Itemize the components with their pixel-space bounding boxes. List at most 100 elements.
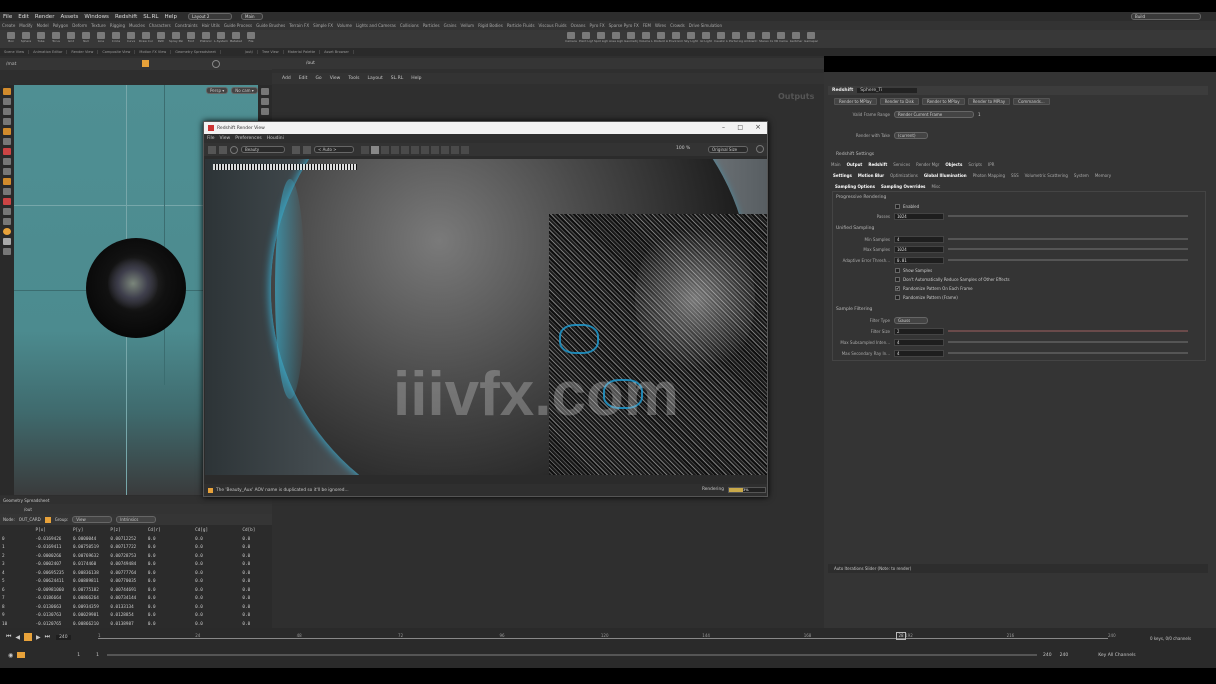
jump-start-icon[interactable]: ⏮ [6,633,11,641]
param-tab[interactable]: IPR [985,162,997,167]
shelf-tool[interactable]: Tube [34,31,48,48]
range-end-2[interactable]: 240 [1060,653,1069,658]
shelf-tool[interactable]: Curve [124,31,138,48]
max-sub-field[interactable]: 4 [894,338,944,346]
param-tab[interactable]: Objects [942,162,965,167]
timeline-ruler[interactable] [98,638,1108,639]
shelf-tab[interactable]: Muscles [127,23,147,28]
table-row[interactable]: 8 -0.0130663 0.00934359 0.0133134 0.0 0.0 0.0 [0,604,272,612]
playhead-marker[interactable]: 28 [896,632,906,640]
shelf-tab[interactable]: Modify [17,23,34,28]
tab-out[interactable]: /out/ [241,50,258,54]
rv-menu-file[interactable]: File [207,136,215,141]
rv-menu-houdini[interactable]: Houdini [267,136,284,141]
shelf-tool[interactable]: Point Light [579,31,593,48]
node-name[interactable]: OUT_CARD [19,517,41,522]
min-samples-field[interactable]: 4 [894,235,944,243]
net-menu-tools[interactable]: Tools [348,76,359,81]
shading-icon[interactable] [3,248,11,255]
tab-material-palette[interactable]: Material Palette [284,50,321,54]
net-menu-view[interactable]: View [330,76,341,81]
shelf-tool[interactable]: Torus [49,31,63,48]
shelf-tab[interactable]: FEM [641,23,653,28]
maximize-icon[interactable]: □ [737,124,743,131]
pose-icon[interactable] [3,138,11,145]
show-samples-checkbox[interactable] [895,267,900,273]
display-icon[interactable] [3,238,11,245]
shelf-tab[interactable]: Texture [89,23,108,28]
display-mode-icon[interactable] [401,145,409,154]
display-options-icon[interactable] [261,88,269,95]
shelf-tool[interactable]: Sky Light [684,31,698,48]
aov-select[interactable]: Beauty [241,146,285,153]
param-tab[interactable]: Settings [830,173,855,178]
max-samples-slider[interactable] [948,248,1188,250]
tab-render-view[interactable]: Render View [67,50,99,54]
step-back-icon[interactable]: ◀ [15,634,20,641]
spreadsheet-path[interactable]: /out [24,507,32,512]
shelf-tool[interactable]: Box [4,31,18,48]
lock-icon[interactable] [303,145,311,154]
cam-menu[interactable]: No cam ▾ [231,87,258,94]
param-tab[interactable]: Sampling Overrides [878,184,928,189]
param-tab[interactable]: Main [828,162,844,167]
randomize-checkbox[interactable]: ✔ [895,285,900,291]
param-tab[interactable]: Redshift [865,162,890,167]
render-to-mplay-button[interactable]: Render to MPlay [921,98,965,105]
render-image[interactable]: iiivfx.com [205,159,767,475]
range-slider[interactable] [107,654,1037,656]
shelf-tab[interactable]: Model [35,23,51,28]
display-mode-icon[interactable] [381,145,389,154]
shelf-tool[interactable]: Volume Light [639,31,653,48]
tab-scene-view[interactable]: Scene View [0,50,30,54]
range-end[interactable]: 240 [1043,653,1052,658]
param-tab[interactable]: Optimizations [887,173,921,178]
shelf-tab[interactable]: Hair Utils [200,23,222,28]
shelf-tool[interactable]: File [244,31,258,48]
max-samples-field[interactable]: 1024 [894,245,944,253]
param-tab[interactable]: Global Illumination [921,173,970,178]
range-start-2[interactable]: 1 [96,653,99,658]
node-name-field[interactable]: Sphere_Ti [857,88,918,93]
shelf-tool[interactable]: Camera [564,31,578,48]
shelf-tool[interactable]: L-System [214,31,228,48]
shelf-tool[interactable]: Area Light [609,31,623,48]
search-field[interactable]: Build [1131,13,1201,20]
tab-asset-browser[interactable]: Asset Browser [320,50,354,54]
filter-size-slider[interactable] [948,330,1188,332]
param-tab[interactable]: Render Mgr [913,162,942,167]
filter-type-menu[interactable]: Gauss [894,316,928,324]
scale-icon[interactable] [3,118,11,125]
tab-composite-view[interactable]: Composite View [98,50,136,54]
shelf-tab[interactable]: Sparse Pyro FX [607,23,641,28]
display-mode-icon[interactable] [391,145,399,154]
render-view-titlebar[interactable]: Redshift Render View – □ × [204,122,767,134]
shelf-tool[interactable]: Caustic Light [714,31,728,48]
table-row[interactable]: 2 -0.0000266 0.00769632 0.00728753 0.0 0.0 0.0 [0,553,272,561]
shelf-tool[interactable]: Stereo Camera [759,31,773,48]
frame-icon[interactable] [212,60,220,68]
shelf-tab[interactable]: Characters [147,23,173,28]
view-menu[interactable]: View [72,516,113,523]
menu-slrl[interactable]: SL.RL [143,14,158,20]
shelf-tool[interactable]: Gamepad Camera [804,31,818,48]
shelf-tool[interactable]: Spray Paint [169,31,183,48]
handle-icon[interactable] [3,128,11,135]
minimize-icon[interactable]: – [722,124,725,131]
snapshot-icon[interactable] [292,145,300,154]
net-menu-help[interactable]: Help [411,76,421,81]
shelf-tab[interactable]: Oceans [569,23,588,28]
viewport-path[interactable]: /mat [6,62,16,67]
shelf-tool[interactable]: Circle [109,31,123,48]
shelf-tab[interactable]: Lights and Cameras [354,23,398,28]
paint-icon[interactable] [3,148,11,155]
shelf-tab[interactable]: Volume [335,23,354,28]
table-row[interactable]: 6 -0.00981060 0.00775182 0.00744691 0.0 0.0 0.… [0,587,272,595]
shelf-tool[interactable]: Switcher [789,31,803,48]
rv-menu-view[interactable]: View [220,136,231,141]
shelf-tab[interactable]: Guide Brushes [254,23,287,28]
table-row[interactable]: 9 -0.0130763 0.00029981 0.0128854 0.0 0.0 0.0 [0,612,272,621]
render-to-ipr-button[interactable]: Render to MPlay [834,98,877,105]
shelf-tab[interactable]: Polygon [51,23,71,28]
display-mode-icon[interactable] [431,145,439,154]
